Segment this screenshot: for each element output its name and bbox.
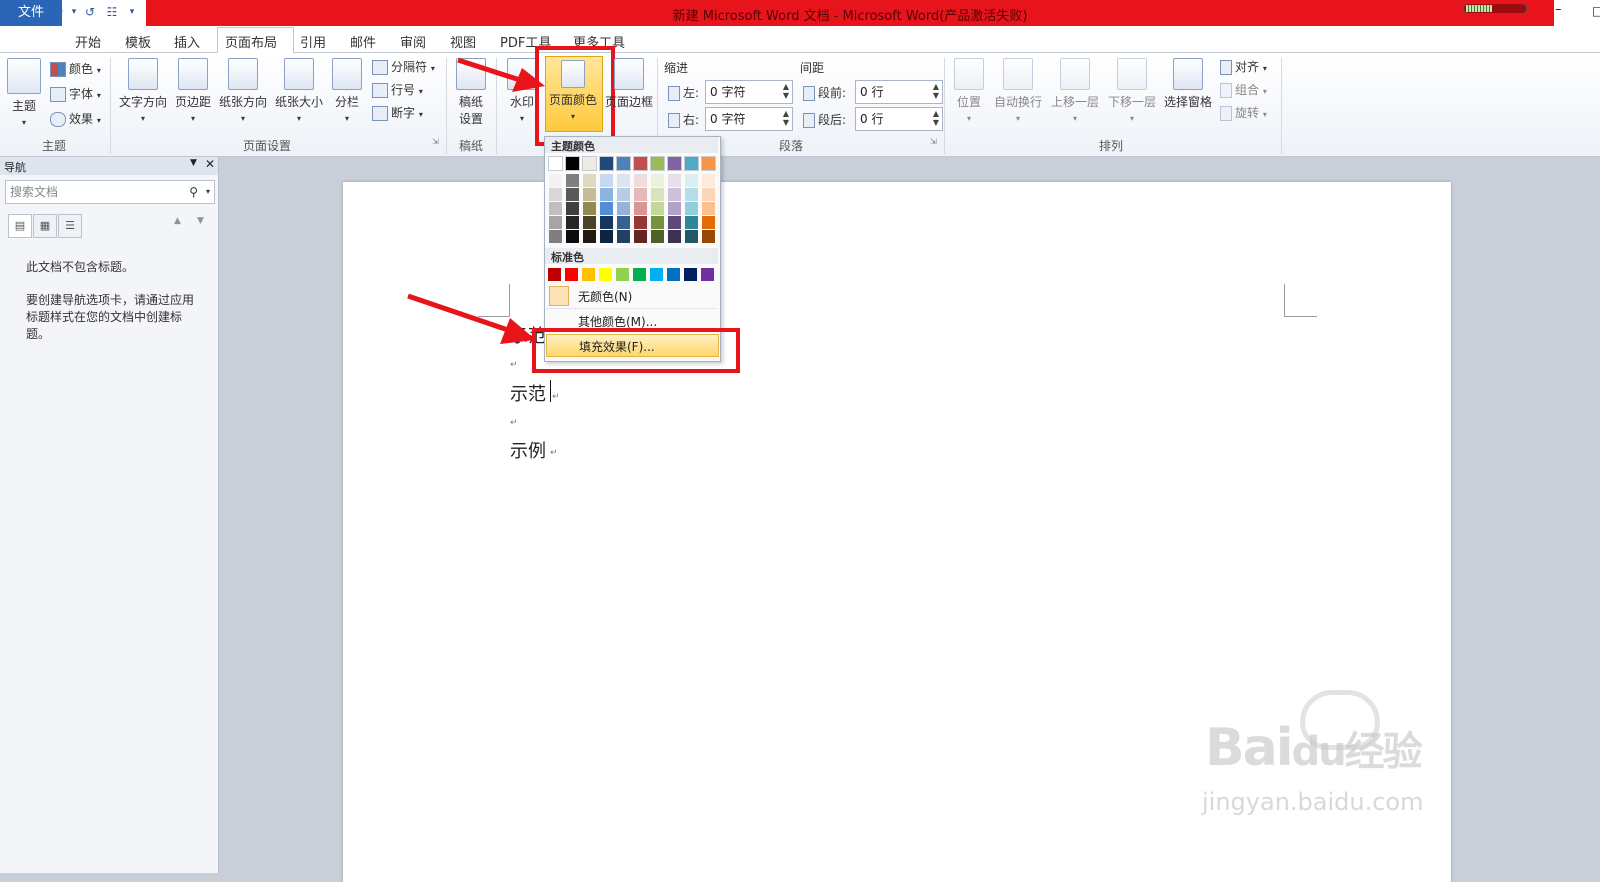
arrow-head-icon [500, 318, 536, 344]
arrow-to-page-color [457, 57, 521, 83]
paw-icon [1300, 690, 1380, 750]
watermark-url: jingyan.baidu.com [1202, 788, 1424, 816]
baidu-watermark: Baidu经验 jingyan.baidu.com [1200, 690, 1500, 840]
watermark-text-bai: Bai [1205, 718, 1294, 778]
arrow-to-fill-effects [407, 293, 509, 333]
